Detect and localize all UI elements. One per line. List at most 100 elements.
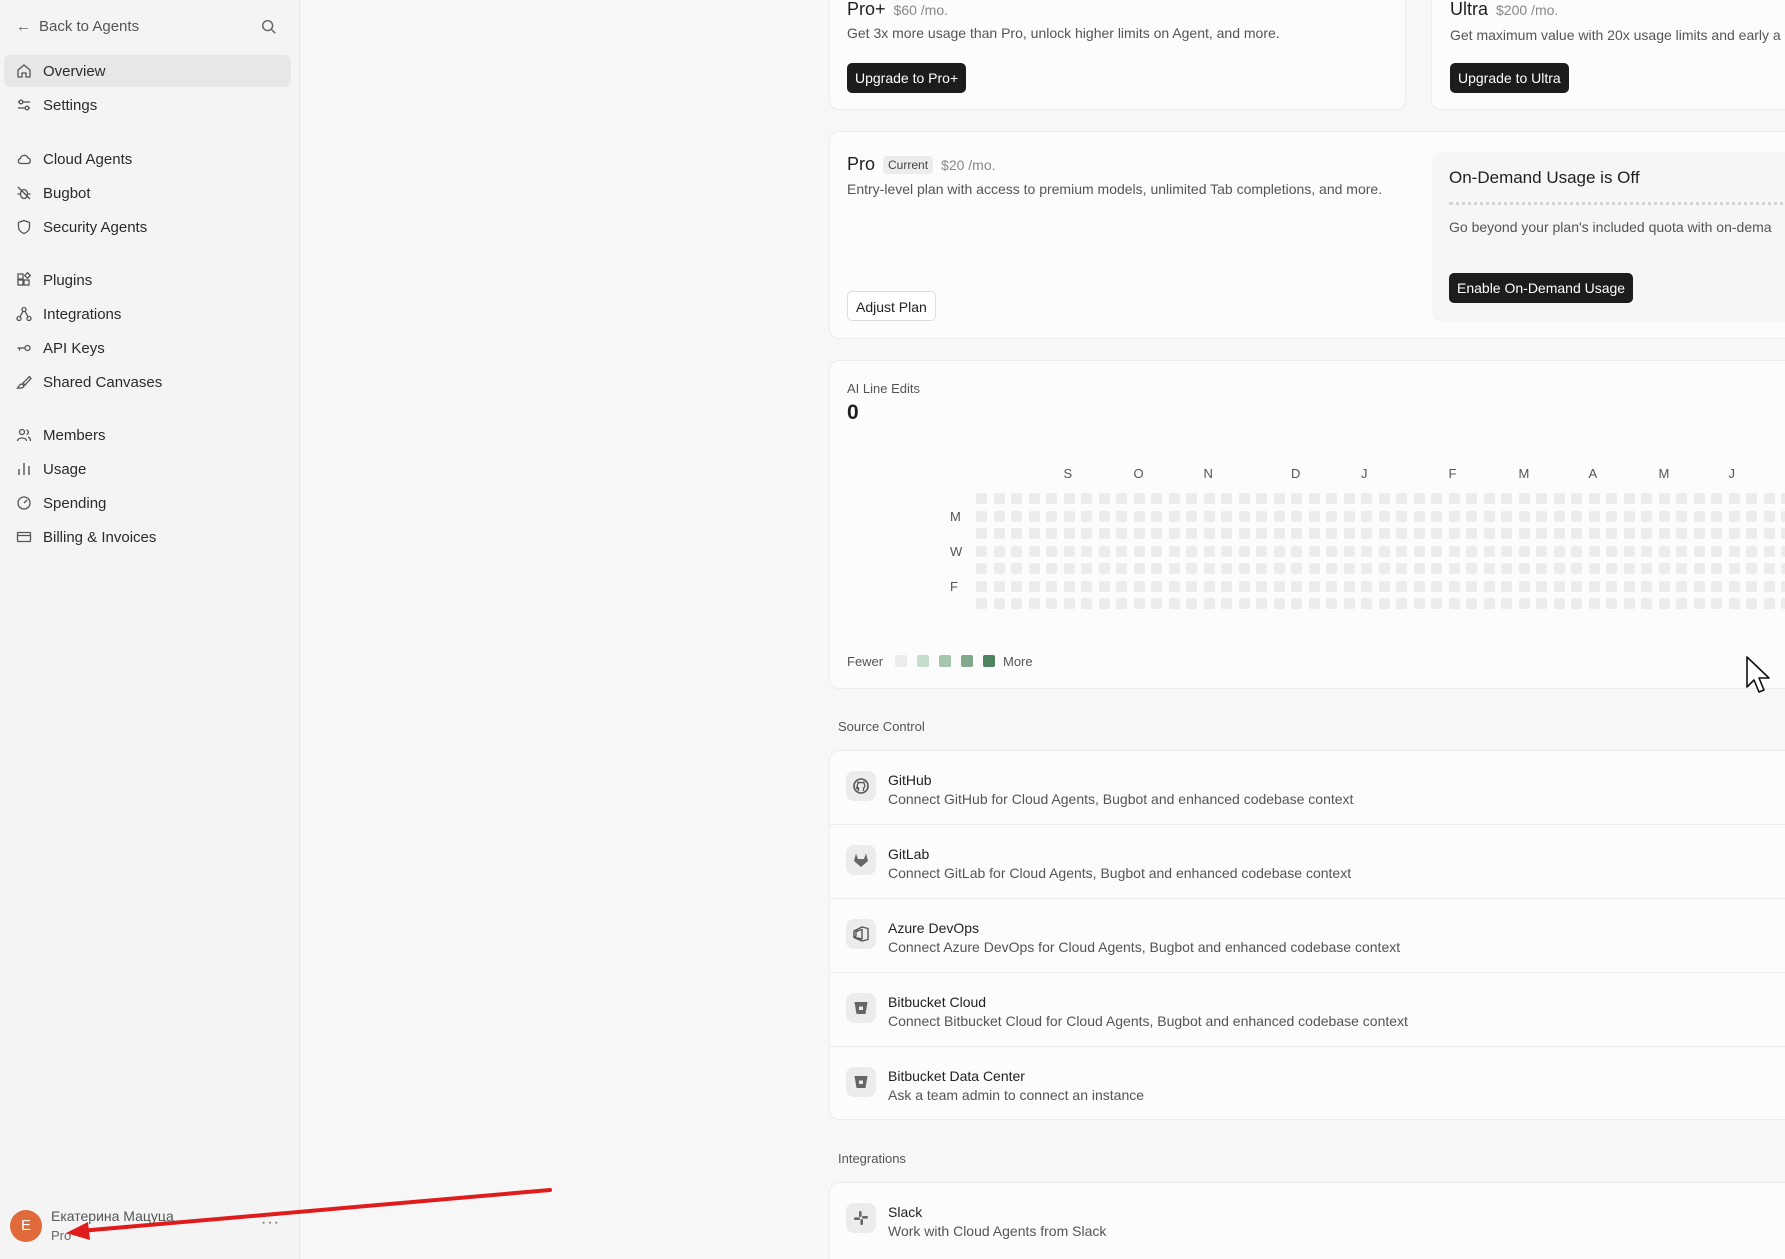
heatmap-cell [1098,545,1110,557]
sidebar-item-members[interactable]: Members [4,419,291,451]
heatmap-cell [1133,563,1145,574]
heatmap-cell [1168,563,1180,574]
sidebar-item-cloud-agents[interactable]: Cloud Agents [4,143,291,175]
heatmap-cell [1466,580,1477,592]
heatmap-cell [1518,510,1530,522]
sidebar-item-label: Overview [43,62,106,80]
heatmap-cell [1081,545,1092,557]
heatmap-cell [1273,528,1285,539]
source-control-row-bitbucket-cloud[interactable]: Bitbucket Cloud Connect Bitbucket Cloud … [830,973,1785,1047]
user-more-button[interactable]: ··· [261,1214,280,1232]
heatmap-cell [1448,510,1460,522]
heatmap-cell [1151,545,1162,557]
pro-plan-card: Pro Current $20 /mo. Entry-level plan with… [829,131,1785,339]
heatmap-cell [1028,563,1040,574]
month-label: A [1588,466,1598,481]
heatmap-cell [1063,493,1075,504]
heatmap-cell [1326,528,1337,539]
heatmap-cell [1606,528,1617,539]
integration-row-slack[interactable]: Slack Work with Cloud Agents from Slack [830,1183,1785,1257]
heatmap-cell [1308,580,1320,592]
heatmap-cell [1658,563,1670,574]
heatmap-cell [1553,580,1565,592]
heatmap-cell [1256,510,1267,522]
sidebar-item-settings[interactable]: Settings [4,89,291,121]
upgrade-pro-plus-button[interactable]: Upgrade to Pro+ [847,63,967,93]
sidebar-item-shared-canvases[interactable]: Shared Canvases [4,366,291,398]
heatmap-cell [1063,510,1075,522]
sidebar-item-plugins[interactable]: Plugins [4,264,291,296]
weekday-label: W [950,543,963,559]
upgrade-ultra-button[interactable]: Upgrade to Ultra [1450,63,1569,93]
heatmap-cell [1728,528,1740,539]
heatmap-cell [1238,510,1250,522]
heatmap-cell [1046,545,1057,557]
heatmap-cell [1326,580,1337,592]
heatmap-cell [1238,598,1250,609]
heatmap-cell [1081,528,1092,539]
search-icon[interactable] [260,18,278,36]
sidebar-item-integrations[interactable]: Integrations [4,298,291,330]
heatmap-cell [1501,528,1512,539]
sidebar-item-bugbot[interactable]: Bugbot [4,177,291,209]
source-control-row-gitlab[interactable]: GitLab Connect GitLab for Cloud Agents, … [830,825,1785,899]
heatmap-cell [1781,563,1785,574]
month-label: J [1361,466,1368,481]
user-name: Екатерина Мацуца [51,1208,174,1224]
heatmap-cell [993,493,1005,504]
heatmap-cell [1168,580,1180,592]
heatmap-cell [1431,545,1442,557]
heatmap-cell [1046,510,1057,522]
sidebar-item-api-keys[interactable]: API Keys [4,332,291,364]
heatmap-cell [1728,580,1740,592]
heatmap-cell [1151,493,1162,504]
heatmap-cell [1046,528,1057,539]
sidebar-item-billing-invoices[interactable]: Billing & Invoices [4,521,291,553]
plan-description: Get 3x more usage than Pro, unlock highe… [847,25,1280,41]
adjust-plan-button[interactable]: Adjust Plan [847,291,936,321]
heatmap-cell [1553,510,1565,522]
heatmap-cell [1378,510,1390,522]
heatmap-cell [1641,563,1652,574]
source-control-row-azure-devops[interactable]: Azure DevOps Connect Azure DevOps for Cl… [830,899,1785,973]
heatmap-cell [1746,563,1757,574]
heatmap-cell [1606,510,1617,522]
sidebar-item-usage[interactable]: Usage [4,453,291,485]
sidebar-item-spending[interactable]: Spending [4,487,291,519]
plan-description: Entry-level plan with access to premium … [847,181,1383,197]
avatar: E [10,1209,42,1242]
source-control-row-github[interactable]: GitHub Connect GitHub for Cloud Agents, … [830,751,1785,825]
sidebar-item-overview[interactable]: Overview [4,55,291,87]
enable-on-demand-button[interactable]: Enable On-Demand Usage [1449,273,1634,303]
heatmap-cell [1693,563,1705,574]
back-to-agents-link[interactable]: ← Back to Agents [16,18,139,35]
sidebar-item-security-agents[interactable]: Security Agents [4,211,291,243]
heatmap-cell [1536,580,1547,592]
heatmap-cell [1746,493,1757,504]
heatmap-cell [1728,598,1740,609]
sliders-icon [18,99,30,111]
heatmap-cell [1763,580,1775,592]
source-control-row-bitbucket-data-center[interactable]: Bitbucket Data Center Ask a team admin t… [830,1047,1785,1121]
sidebar-item-label: Shared Canvases [43,373,163,391]
user-profile[interactable]: E Екатерина Мацуца Pro [10,1208,174,1243]
heatmap-cell [1203,493,1215,504]
heatmap-cell [1501,580,1512,592]
heatmap-cell [1693,493,1705,504]
heatmap-cell [1658,580,1670,592]
heatmap-cell [1098,598,1110,609]
legend-more-label: More [1003,654,1033,669]
heatmap-cell [1221,493,1232,504]
ultra-plan-card: Ultra $200 /mo. Get maximum value with 20… [1431,0,1785,110]
heatmap-cell [1063,563,1075,574]
heatmap-cell [1378,580,1390,592]
heatmap-cell [1431,598,1442,609]
legend-swatch [983,655,995,667]
heatmap-cell [1448,528,1460,539]
bitbucket-icon [846,993,876,1023]
heatmap-cell [1396,545,1407,557]
heatmap-cell [1396,493,1407,504]
heatmap-cell [1623,493,1635,504]
weekday-label: M [950,508,961,524]
heatmap-cell [1658,510,1670,522]
